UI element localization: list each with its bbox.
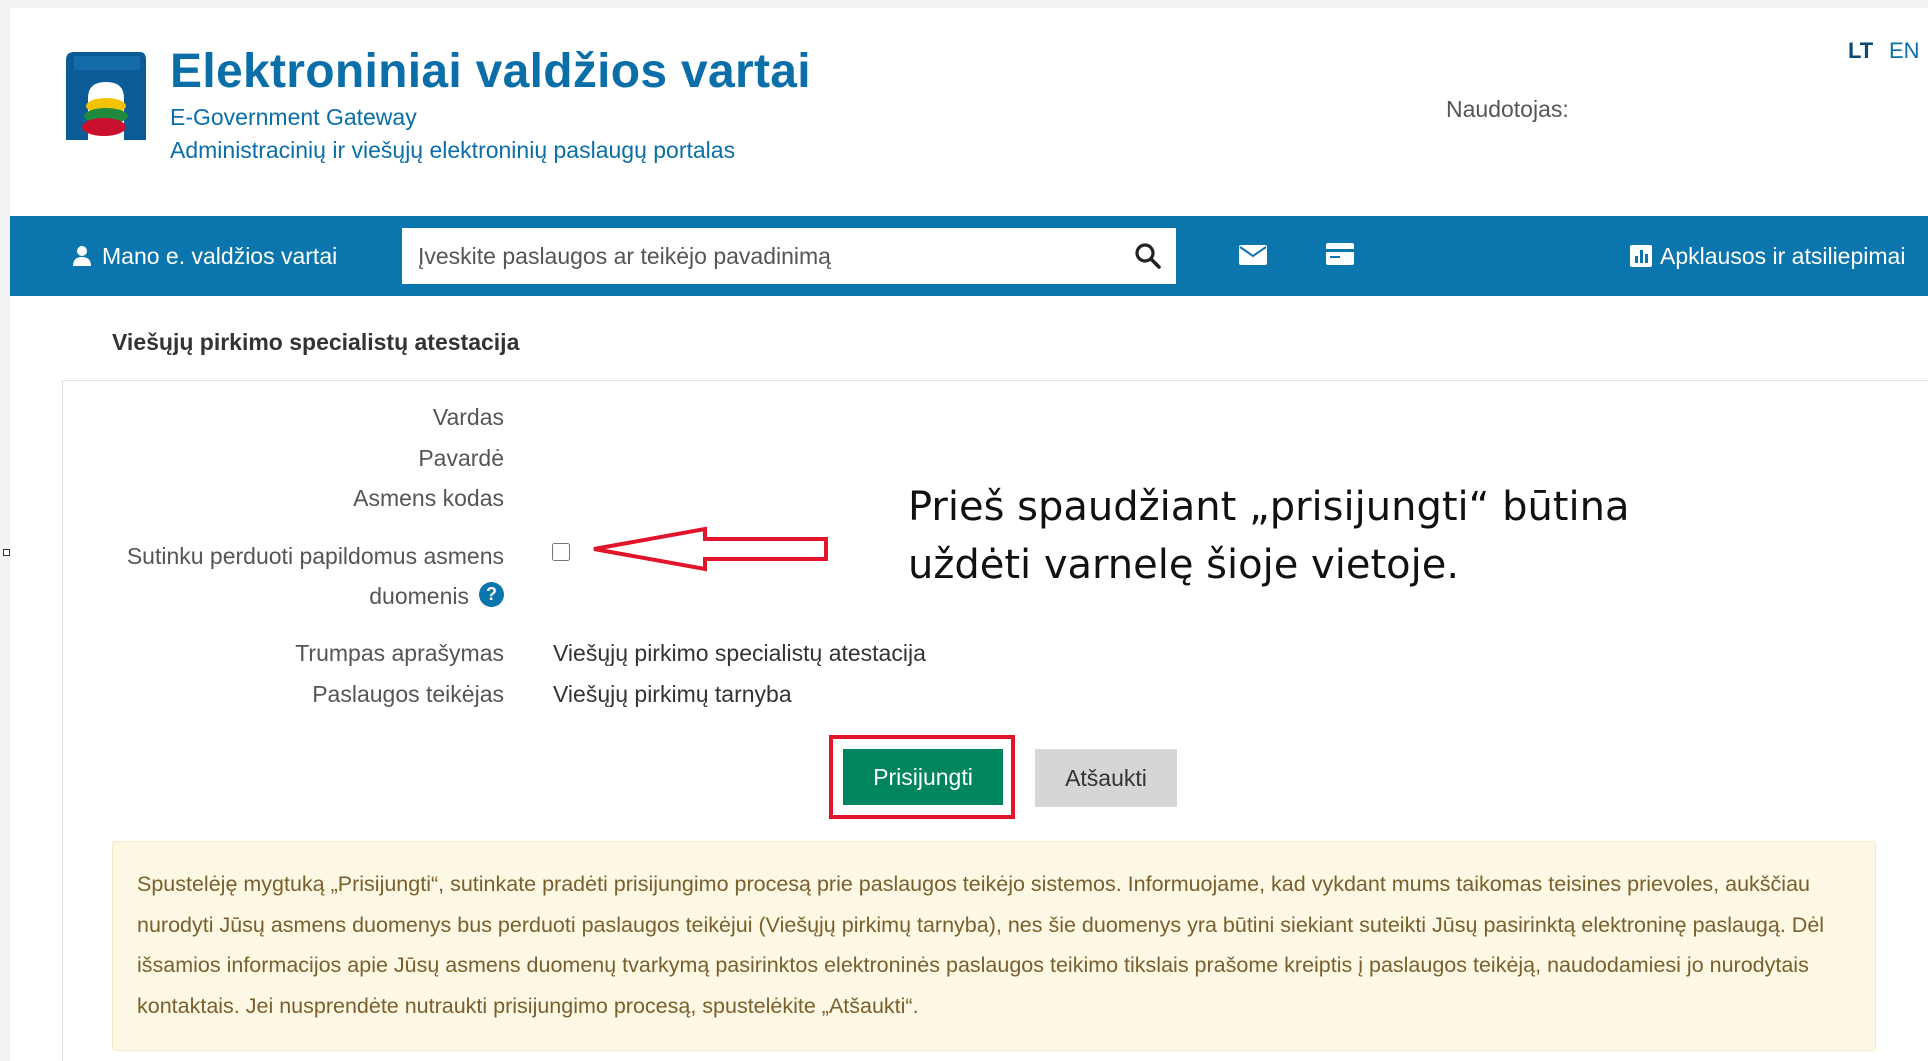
site-subtitle-en: E-Government Gateway <box>170 104 417 130</box>
cancel-button[interactable]: Atšaukti <box>1035 749 1177 807</box>
top-strip <box>0 0 1928 8</box>
consent-label-line1: Sutinku perduoti papildomus asmens <box>126 543 504 569</box>
my-portal-link[interactable]: Mano e. valdžios vartai <box>72 240 337 272</box>
consent-checkbox[interactable] <box>552 543 570 561</box>
mail-icon[interactable] <box>1239 245 1267 265</box>
personal-code-label: Asmens kodas <box>353 485 504 511</box>
lang-en-link[interactable]: EN <box>1889 38 1920 64</box>
last-name-label: Pavardė <box>418 445 504 471</box>
user-label: Naudotojas: <box>1446 96 1569 122</box>
site-subtitle-lt: Administracinių ir viešųjų elektroninių … <box>170 137 736 163</box>
card-icon[interactable] <box>1326 243 1354 265</box>
my-portal-label: Mano e. valdžios vartai <box>102 242 338 269</box>
logo-icon[interactable] <box>60 48 148 144</box>
search-input[interactable] <box>418 228 1118 284</box>
panel-title: Viešųjų pirkimo specialistų atestacija <box>112 329 520 355</box>
search-icon[interactable] <box>1134 242 1162 270</box>
side-marker <box>3 549 10 556</box>
annotation-line1: Prieš spaudžiant „prisijungti“ būtina <box>908 484 1630 530</box>
provider-label: Paslaugos teikėjas <box>312 681 504 707</box>
short-desc-value: Viešųjų pirkimo specialistų atestacija <box>553 640 926 666</box>
provider-value: Viešųjų pirkimų tarnyba <box>553 681 792 707</box>
surveys-link[interactable]: Apklausos ir atsiliepimai <box>1630 240 1905 272</box>
instruction-annotation: Prieš spaudžiant „prisijungti“ būtina už… <box>908 478 1629 594</box>
consent-label-line2: duomenis <box>369 583 469 609</box>
help-icon[interactable]: ? <box>479 582 504 607</box>
notice-text: Spustelėję mygtuką „Prisijungti“, sutink… <box>137 872 1825 1018</box>
lang-lt-link[interactable]: LT <box>1848 38 1873 64</box>
chart-icon <box>1630 245 1652 267</box>
search-box[interactable] <box>402 228 1176 284</box>
arrow-icon <box>593 526 828 572</box>
annotation-line2: uždėti varnelę šioje vietoje. <box>908 542 1460 588</box>
login-button[interactable]: Prisijungti <box>843 749 1003 805</box>
site-title[interactable]: Elektroniniai valdžios vartai <box>170 44 811 99</box>
short-desc-label: Trumpas aprašymas <box>295 640 504 666</box>
first-name-label: Vardas <box>432 404 504 430</box>
surveys-label: Apklausos ir atsiliepimai <box>1660 242 1906 269</box>
notice-box: Spustelėję mygtuką „Prisijungti“, sutink… <box>112 841 1876 1051</box>
user-icon <box>73 246 91 266</box>
